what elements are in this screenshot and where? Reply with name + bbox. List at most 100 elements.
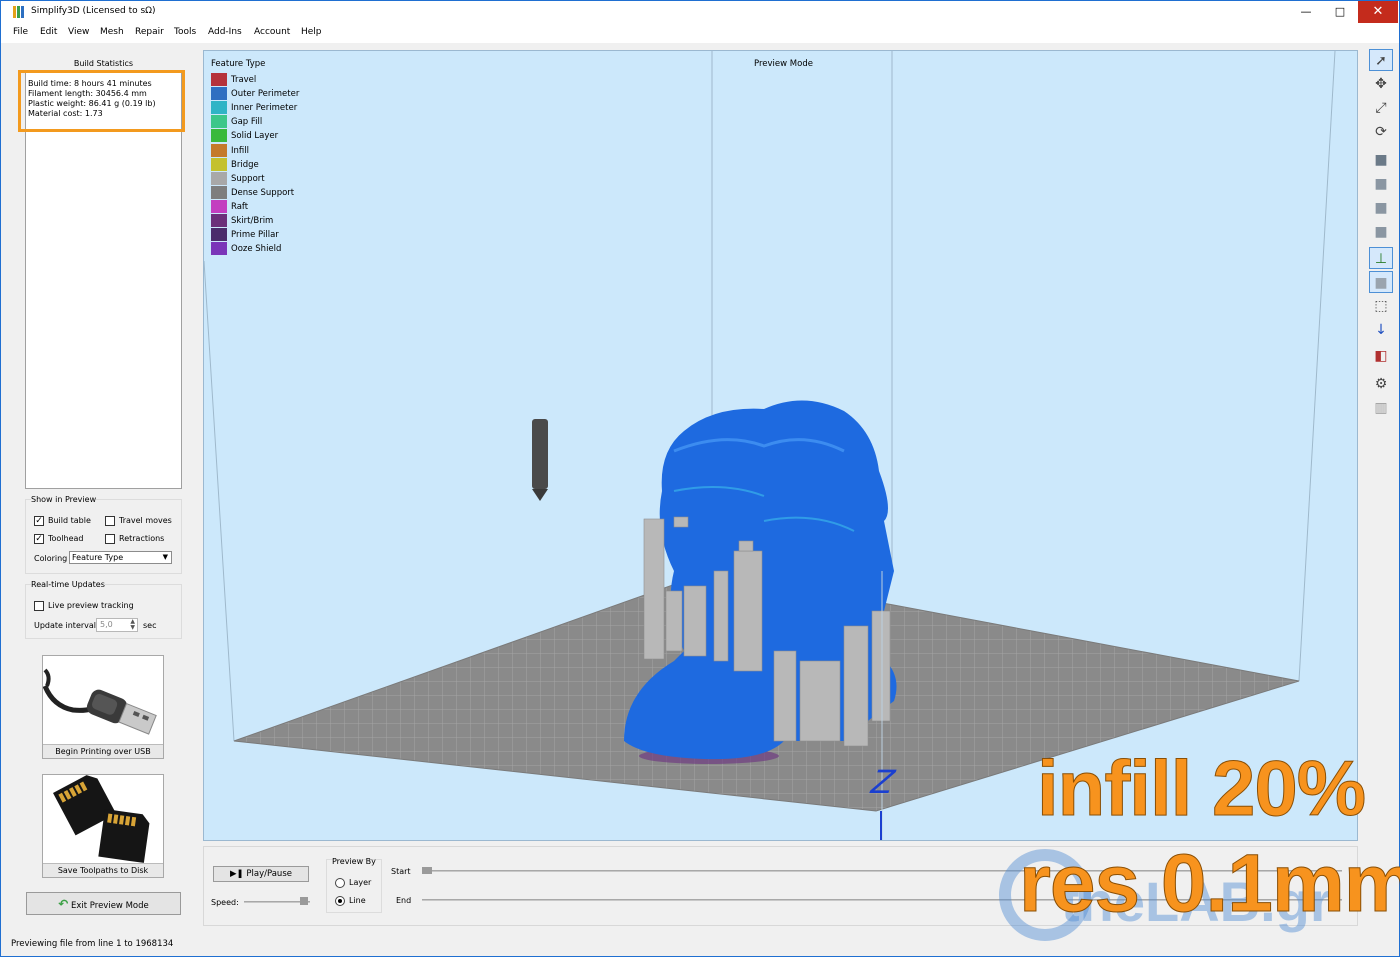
menu-tools[interactable]: Tools (174, 27, 196, 37)
play-pause-button[interactable]: ▶❚ Play/Pause (213, 866, 309, 882)
maximize-button[interactable]: □ (1323, 1, 1357, 23)
live-tracking-checkbox[interactable] (34, 601, 44, 611)
preview-viewport[interactable]: Z Feature Type Preview Mode Travel Outer … (203, 50, 1358, 841)
legend-swatch (211, 101, 227, 115)
menu-help[interactable]: Help (301, 27, 322, 37)
toolhead-nozzle (532, 419, 548, 501)
title-bar: Simplify3D (Licensed to sΩ) — □ ✕ (1, 1, 1399, 23)
stats-highlight-frame (18, 70, 185, 132)
settings-icon[interactable]: ⚙ (1369, 373, 1393, 395)
legend-swatch (211, 115, 227, 129)
legend-label: Travel (231, 75, 257, 85)
rotate-icon[interactable]: ⟳ (1369, 121, 1393, 143)
normals-icon[interactable]: ↓ (1369, 319, 1393, 341)
live-tracking-label: Live preview tracking (48, 601, 134, 610)
realtime-updates-title: Real-time Updates (31, 580, 105, 589)
menu-account[interactable]: Account (254, 27, 290, 37)
legend-label: Gap Fill (231, 117, 263, 128)
end-label: End (396, 896, 412, 905)
toolhead-checkbox[interactable]: ✓ (34, 534, 44, 544)
view-side-icon[interactable]: ■ (1369, 221, 1393, 243)
update-interval-value: 5,0 (100, 620, 113, 629)
spin-arrows-icon[interactable]: ▲ ▼ (130, 619, 135, 631)
menu-file[interactable]: File (13, 27, 28, 37)
menu-add-ins[interactable]: Add-Ins (208, 27, 242, 37)
wireframe-icon[interactable]: ⬚ (1369, 295, 1393, 317)
legend-label: Infill (231, 145, 249, 156)
usb-cable-icon (42, 668, 157, 735)
speed-slider-handle[interactable] (300, 897, 308, 905)
coloring-label: Coloring (34, 554, 68, 563)
legend-label: Solid Layer (231, 131, 279, 142)
printed-model (624, 400, 897, 760)
status-text: Previewing file from line 1 to 1968134 (11, 939, 174, 949)
retractions-checkbox[interactable] (105, 534, 115, 544)
legend-swatch (211, 157, 227, 171)
legend-label: Dense Support (231, 187, 295, 198)
view-front-icon[interactable]: ■ (1369, 173, 1393, 195)
travel-moves-checkbox[interactable] (105, 516, 115, 526)
update-interval-label: Update interval (34, 621, 97, 630)
menu-edit[interactable]: Edit (40, 27, 57, 37)
minimize-button[interactable]: — (1289, 1, 1323, 23)
application-window: Simplify3D (Licensed to sΩ) — □ ✕ File E… (0, 0, 1400, 957)
view-iso-icon[interactable]: ■ (1369, 149, 1393, 171)
play-pause-icon: ▶❚ (230, 869, 244, 879)
save-toolpaths-button[interactable]: Save Toolpaths to Disk (42, 774, 164, 878)
start-slider-handle[interactable] (422, 867, 432, 874)
legend-label: Support (231, 173, 265, 184)
legend-label: Ooze Shield (231, 244, 282, 255)
play-pause-label: Play/Pause (246, 869, 292, 879)
legend-label: Prime Pillar (231, 230, 279, 241)
window-title: Simplify3D (Licensed to sΩ) (31, 6, 156, 16)
legend-label: Skirt/Brim (231, 216, 274, 226)
supports-icon[interactable]: ▥ (1369, 397, 1393, 419)
build-table-checkbox[interactable]: ✓ (34, 516, 44, 526)
usb-button-label: Begin Printing over USB (43, 744, 163, 758)
update-interval-spinbox[interactable]: 5,0 ▲ ▼ (96, 618, 138, 632)
print-preview-scene (204, 51, 1336, 840)
retractions-label: Retractions (119, 534, 165, 543)
menu-repair[interactable]: Repair (135, 27, 164, 37)
start-label: Start (391, 867, 411, 876)
legend-swatch (211, 185, 227, 199)
coloring-select[interactable]: Feature Type ▼ (69, 551, 172, 564)
menu-view[interactable]: View (68, 27, 89, 37)
layer-label: Layer (349, 878, 372, 887)
line-label: Line (349, 896, 366, 905)
status-bar: Previewing file from line 1 to 1968134 (1, 936, 1399, 956)
build-statistics-title: Build Statistics (73, 59, 134, 68)
menu-mesh[interactable]: Mesh (100, 27, 124, 37)
update-interval-unit: sec (143, 621, 157, 630)
exit-preview-mode-button[interactable]: ↶ Exit Preview Mode (26, 892, 181, 915)
legend-swatch (211, 228, 227, 242)
sd-card-icon (53, 775, 150, 863)
legend-title: Feature Type (211, 59, 266, 69)
save-button-label: Save Toolpaths to Disk (43, 863, 163, 877)
menu-bar: File Edit View Mesh Repair Tools Add-Ins… (1, 23, 1399, 43)
scale-icon[interactable]: ⤢ (1369, 97, 1393, 119)
solid-view-icon[interactable]: ■ (1369, 271, 1393, 293)
begin-printing-usb-button[interactable]: Begin Printing over USB (42, 655, 164, 759)
view-top-icon[interactable]: ■ (1369, 197, 1393, 219)
line-radio[interactable] (335, 896, 345, 906)
legend-label: Bridge (231, 159, 259, 170)
select-icon[interactable]: ➚ (1369, 49, 1393, 71)
layer-radio[interactable] (335, 878, 345, 888)
build-table-label: Build table (48, 516, 91, 525)
watermark-infill-text: infill 20% (1036, 744, 1366, 833)
chevron-down-icon: ▼ (162, 553, 168, 561)
legend-swatch (211, 199, 227, 213)
close-button[interactable]: ✕ (1358, 1, 1398, 23)
cross-section-icon[interactable]: ◧ (1369, 345, 1393, 367)
legend-label: Outer Perimeter (231, 89, 300, 100)
move-icon[interactable]: ✥ (1369, 73, 1393, 95)
travel-moves-label: Travel moves (119, 516, 172, 525)
view-toolbar: ➚ ✥ ⤢ ⟳ ■ ■ ■ ■ ⊥ ■ ⬚ ↓ ◧ ⚙ ▥ (1368, 45, 1394, 421)
legend-swatch (211, 143, 227, 157)
legend-label: Inner Perimeter (231, 103, 298, 114)
speed-label: Speed: (211, 898, 239, 907)
axes-icon[interactable]: ⊥ (1369, 247, 1393, 269)
legend-swatch (211, 129, 227, 143)
preview-by-label: Preview By (332, 857, 376, 866)
